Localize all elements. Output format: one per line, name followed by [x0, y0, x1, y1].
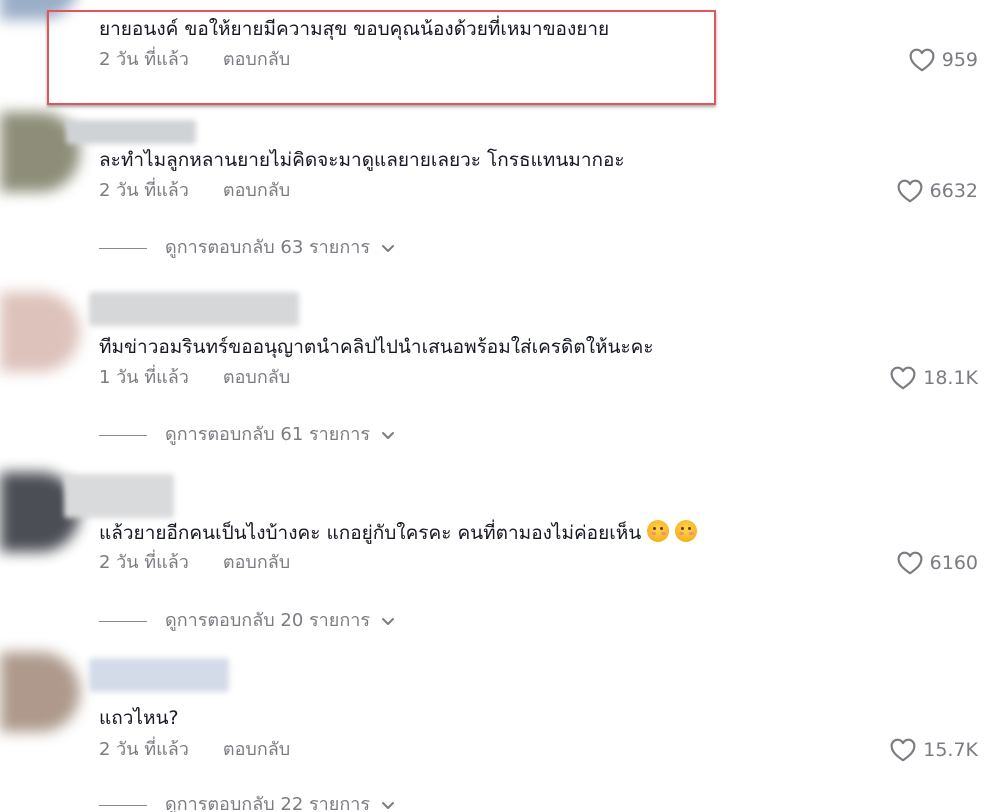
like-button[interactable]: 15.7K: [890, 738, 978, 762]
like-count: 959: [941, 49, 978, 71]
chevron-down-icon: [382, 245, 394, 252]
view-replies-label: ดูการตอบกลับ 22 รายการ: [165, 794, 370, 812]
comment-text: ละทำไมลูกหลานยายไม่คิดจะมาดูแลยายเลยวะ โ…: [99, 149, 625, 171]
comment-item: แล้วยายอีกคนเป็นไงบ้างคะ แกอยู่กับใครคะ …: [0, 470, 1005, 650]
comment-item: แถวไหน? 2 วัน ที่แล้ว ตอบกลับ 15.7K ดูการ…: [0, 650, 1005, 812]
avatar[interactable]: [0, 292, 80, 372]
reply-button[interactable]: ตอบกลับ: [223, 180, 290, 201]
divider: [99, 804, 147, 806]
like-button[interactable]: 959: [909, 48, 978, 72]
comment-time: 2 วัน ที่แล้ว: [99, 552, 189, 573]
like-button[interactable]: 6632: [897, 179, 978, 203]
comment-item: ละทำไมลูกหลานยายไม่คิดจะมาดูแลยายเลยวะ โ…: [0, 110, 1005, 290]
view-replies-label: ดูการตอบกลับ 63 รายการ: [165, 237, 370, 258]
divider: [99, 434, 147, 436]
comment-item: ยายอนงค์ ขอให้ยายมีความสุข ขอบคุณน้องด้ว…: [0, 0, 1005, 110]
like-button[interactable]: 18.1K: [890, 366, 978, 390]
comment-text: ยายอนงค์ ขอให้ยายมีความสุข ขอบคุณน้องด้ว…: [99, 18, 610, 40]
chevron-down-icon: [382, 432, 394, 439]
view-replies-label: ดูการตอบกลับ 61 รายการ: [165, 424, 370, 445]
view-replies-button[interactable]: ดูการตอบกลับ 20 รายการ: [99, 609, 396, 633]
comment-item: ทีมข่าวอมรินทร์ขออนุญาตนำคลิปไปนำเสนอพร้…: [0, 290, 1005, 470]
reply-button[interactable]: ตอบกลับ: [223, 49, 290, 70]
comment-meta: 2 วัน ที่แล้ว ตอบกลับ: [99, 48, 290, 72]
like-count: 15.7K: [923, 739, 978, 761]
reply-button[interactable]: ตอบกลับ: [223, 552, 290, 573]
comment-text: แล้วยายอีกคนเป็นไงบ้างคะ แกอยู่กับใครคะ …: [99, 520, 698, 545]
heart-outline-icon: [909, 48, 935, 72]
like-count: 18.1K: [923, 367, 978, 389]
comment-meta: 2 วัน ที่แล้ว ตอบกลับ: [99, 738, 290, 762]
comment-meta: 1 วัน ที่แล้ว ตอบกลับ: [99, 366, 290, 390]
heart-outline-icon: [890, 366, 916, 390]
comment-time: 1 วัน ที่แล้ว: [99, 367, 189, 388]
username-redacted[interactable]: [89, 292, 299, 326]
avatar[interactable]: [0, 652, 80, 732]
comment-time: 2 วัน ที่แล้ว: [99, 739, 189, 760]
pleading-face-emoji: [647, 520, 670, 542]
comment-meta: 2 วัน ที่แล้ว ตอบกลับ: [99, 179, 290, 203]
username-redacted[interactable]: [64, 474, 174, 518]
username-redacted[interactable]: [89, 658, 229, 692]
view-replies-button[interactable]: ดูการตอบกลับ 22 รายการ: [99, 793, 396, 812]
comment-time: 2 วัน ที่แล้ว: [99, 180, 189, 201]
comment-time: 2 วัน ที่แล้ว: [99, 49, 189, 70]
view-replies-button[interactable]: ดูการตอบกลับ 63 รายการ: [99, 236, 396, 260]
view-replies-button[interactable]: ดูการตอบกลับ 61 รายการ: [99, 423, 396, 447]
username-redacted[interactable]: [66, 120, 196, 144]
chevron-down-icon: [382, 618, 394, 625]
comment-meta: 2 วัน ที่แล้ว ตอบกลับ: [99, 551, 290, 575]
heart-outline-icon: [897, 551, 923, 575]
reply-button[interactable]: ตอบกลับ: [223, 367, 290, 388]
chevron-down-icon: [382, 802, 394, 809]
view-replies-label: ดูการตอบกลับ 20 รายการ: [165, 610, 370, 631]
divider: [99, 247, 147, 249]
comment-list: ยายอนงค์ ขอให้ยายมีความสุข ขอบคุณน้องด้ว…: [0, 0, 1005, 812]
comment-text: ทีมข่าวอมรินทร์ขออนุญาตนำคลิปไปนำเสนอพร้…: [99, 336, 654, 358]
like-count: 6632: [929, 180, 978, 202]
like-count: 6160: [929, 552, 978, 574]
comment-text: แถวไหน?: [99, 707, 179, 729]
divider: [99, 620, 147, 622]
comment-text-content: แล้วยายอีกคนเป็นไงบ้างคะ แกอยู่กับใครคะ …: [99, 522, 642, 544]
pleading-face-emoji: [675, 520, 698, 542]
like-button[interactable]: 6160: [897, 551, 978, 575]
avatar[interactable]: [0, 0, 80, 20]
heart-outline-icon: [890, 738, 916, 762]
reply-button[interactable]: ตอบกลับ: [223, 739, 290, 760]
heart-outline-icon: [897, 179, 923, 203]
